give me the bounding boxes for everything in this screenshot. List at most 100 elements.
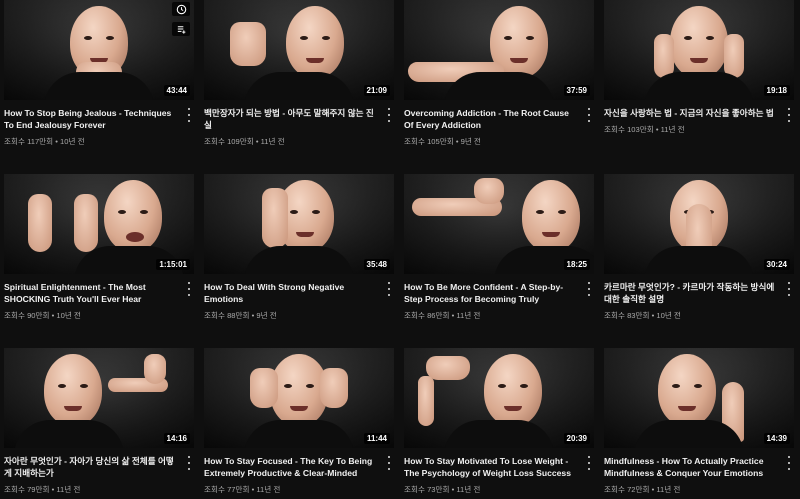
video-card[interactable]: 11:44 How To Stay Focused - The Key To B…	[204, 348, 394, 495]
hand	[426, 356, 470, 380]
video-thumbnail[interactable]: 30:24	[604, 174, 794, 274]
more-options-icon[interactable]	[186, 108, 192, 122]
video-duration: 19:18	[763, 85, 790, 96]
upload-age: 10년 전	[656, 311, 681, 320]
more-options-icon[interactable]	[586, 108, 592, 122]
video-thumbnail[interactable]: 35:48	[204, 174, 394, 274]
add-to-queue-icon[interactable]	[172, 22, 190, 36]
video-thumbnail[interactable]: 43:44	[4, 0, 194, 100]
video-meta: 조회수 103만회 • 11년 전	[604, 125, 685, 134]
video-card[interactable]: 21:09 백만장자가 되는 방법 - 아무도 말해주지 않는 진실 조회수 1…	[204, 0, 394, 147]
video-card[interactable]: 14:39 Mindfulness - How To Actually Prac…	[604, 348, 794, 495]
video-thumbnail[interactable]: 21:09	[204, 0, 394, 100]
video-card[interactable]: 35:48 How To Deal With Strong Negative E…	[204, 174, 394, 321]
more-options-icon[interactable]	[386, 282, 392, 296]
video-title[interactable]: How To Be More Confident - A Step-by-Ste…	[404, 281, 576, 305]
hand	[230, 22, 266, 66]
hand	[250, 368, 278, 408]
video-duration: 1:15:01	[156, 259, 190, 270]
video-title[interactable]: How To Deal With Strong Negative Emotion…	[204, 281, 376, 305]
clock-icon[interactable]	[172, 2, 190, 16]
view-count: 조회수 83만회	[604, 311, 650, 320]
video-meta: 조회수 117만회 • 10년 전	[4, 137, 85, 146]
more-options-icon[interactable]	[786, 282, 792, 296]
upload-age: 10년 전	[60, 137, 85, 146]
more-options-icon[interactable]	[386, 108, 392, 122]
video-thumbnail[interactable]: 18:25	[404, 174, 594, 274]
video-title[interactable]: How To Stay Motivated To Lose Weight - T…	[404, 455, 576, 479]
more-options-icon[interactable]	[586, 282, 592, 296]
video-title[interactable]: How To Stay Focused - The Key To Being E…	[204, 455, 376, 479]
video-title[interactable]: How To Stop Being Jealous - Techniques T…	[4, 107, 176, 131]
video-duration: 21:09	[363, 85, 390, 96]
video-card[interactable]: 43:44 How To Stop Being Jealous - Techni…	[4, 0, 194, 147]
video-thumbnail[interactable]: 11:44	[204, 348, 394, 448]
video-title[interactable]: Mindfulness - How To Actually Practice M…	[604, 455, 776, 479]
view-count: 조회수 103만회	[604, 125, 654, 134]
video-card[interactable]: 14:16 자아란 무엇인가 - 자아가 당신의 삶 전체를 어떻게 지배하는가…	[4, 348, 194, 495]
view-count: 조회수 86만회	[404, 311, 450, 320]
video-duration: 18:25	[563, 259, 590, 270]
hand	[474, 178, 504, 204]
video-title[interactable]: Overcoming Addiction - The Root Cause Of…	[404, 107, 576, 131]
person-head	[44, 354, 102, 426]
video-duration: 14:16	[163, 433, 190, 444]
view-count: 조회수 109만회	[204, 137, 254, 146]
upload-age: 11년 전	[56, 485, 81, 494]
more-options-icon[interactable]	[786, 456, 792, 470]
hand	[418, 376, 434, 426]
hand	[74, 194, 98, 252]
person-head	[484, 354, 542, 426]
video-title[interactable]: 백만장자가 되는 방법 - 아무도 말해주지 않는 진실	[204, 107, 376, 131]
video-duration: 43:44	[163, 85, 190, 96]
hand	[262, 188, 288, 248]
more-options-icon[interactable]	[186, 282, 192, 296]
video-duration: 30:24	[763, 259, 790, 270]
video-meta: 조회수 86만회 • 11년 전	[404, 311, 481, 320]
hand	[28, 194, 52, 252]
hand	[724, 34, 744, 78]
video-title[interactable]: Spiritual Enlightenment - The Most SHOCK…	[4, 281, 176, 305]
video-duration: 37:59	[563, 85, 590, 96]
more-options-icon[interactable]	[786, 108, 792, 122]
video-card[interactable]: 20:39 How To Stay Motivated To Lose Weig…	[404, 348, 594, 495]
video-meta: 조회수 77만회 • 11년 전	[204, 485, 281, 494]
video-meta: 조회수 88만회 • 9년 전	[204, 311, 277, 320]
video-thumbnail[interactable]: 14:16	[4, 348, 194, 448]
more-options-icon[interactable]	[186, 456, 192, 470]
view-count: 조회수 79만회	[4, 485, 50, 494]
more-options-icon[interactable]	[586, 456, 592, 470]
video-duration: 11:44	[363, 433, 390, 444]
video-card[interactable]: 1:15:01 Spiritual Enlightenment - The Mo…	[4, 174, 194, 321]
upload-age: 11년 전	[456, 311, 481, 320]
video-title[interactable]: 카르마란 무엇인가? - 카르마가 작동하는 방식에 대한 솔직한 설명	[604, 281, 776, 305]
view-count: 조회수 77만회	[204, 485, 250, 494]
upload-age: 9년 전	[256, 311, 277, 320]
upload-age: 11년 전	[656, 485, 681, 494]
video-thumbnail[interactable]: 20:39	[404, 348, 594, 448]
video-thumbnail[interactable]: 14:39	[604, 348, 794, 448]
video-thumbnail[interactable]: 1:15:01	[4, 174, 194, 274]
video-meta: 조회수 72만회 • 11년 전	[604, 485, 681, 494]
person-head	[286, 6, 344, 78]
hand	[654, 34, 674, 78]
upload-age: 10년 전	[56, 311, 81, 320]
video-duration: 35:48	[363, 259, 390, 270]
video-card[interactable]: 18:25 How To Be More Confident - A Step-…	[404, 174, 594, 321]
hand	[320, 368, 348, 408]
video-thumbnail[interactable]: 19:18	[604, 0, 794, 100]
view-count: 조회수 72만회	[604, 485, 650, 494]
video-card[interactable]: 19:18 자신을 사랑하는 법 - 지금의 자신을 좋아하는 법 조회수 10…	[604, 0, 794, 135]
video-thumbnail[interactable]: 37:59	[404, 0, 594, 100]
more-options-icon[interactable]	[386, 456, 392, 470]
video-title[interactable]: 자신을 사랑하는 법 - 지금의 자신을 좋아하는 법	[604, 107, 776, 119]
video-meta: 조회수 90만회 • 10년 전	[4, 311, 81, 320]
video-title[interactable]: 자아란 무엇인가 - 자아가 당신의 삶 전체를 어떻게 지배하는가	[4, 455, 176, 479]
view-count: 조회수 88만회	[204, 311, 250, 320]
video-card[interactable]: 30:24 카르마란 무엇인가? - 카르마가 작동하는 방식에 대한 솔직한 …	[604, 174, 794, 321]
video-meta: 조회수 79만회 • 11년 전	[4, 485, 81, 494]
video-card[interactable]: 37:59 Overcoming Addiction - The Root Ca…	[404, 0, 594, 147]
person-head	[658, 354, 716, 426]
video-meta: 조회수 73만회 • 11년 전	[404, 485, 481, 494]
upload-age: 11년 전	[260, 137, 285, 146]
